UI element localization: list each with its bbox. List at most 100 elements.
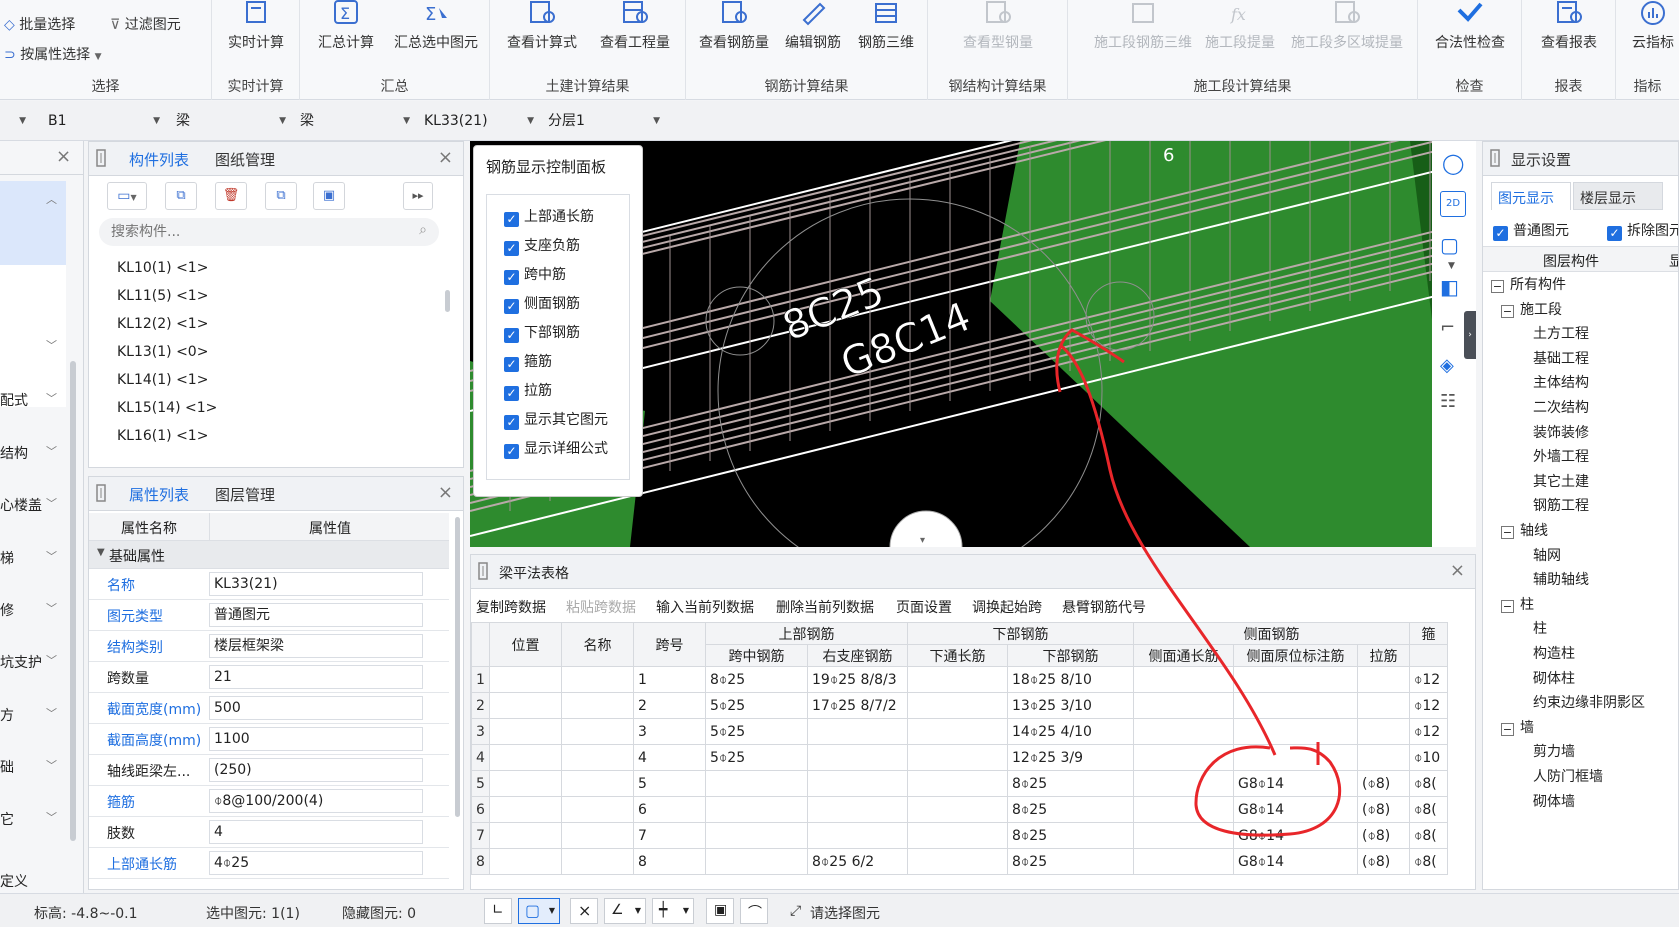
table-cell[interactable] xyxy=(489,848,562,875)
floor-dropdown[interactable]: B1 ▼ xyxy=(44,109,164,133)
option-stirrup[interactable]: ✓ 箍筋 xyxy=(504,351,552,372)
batch-select-button[interactable]: ◇ 批量选择 xyxy=(4,14,75,34)
property-value-field[interactable]: 普通图元 xyxy=(209,603,423,627)
table-cell[interactable] xyxy=(907,692,1008,719)
module-nav-item[interactable]: 修 ﹀ xyxy=(0,600,57,620)
checkbox-checked-icon[interactable]: ✓ xyxy=(504,241,519,256)
column-header-name[interactable]: 名称 xyxy=(561,622,634,667)
table-cell[interactable] xyxy=(807,770,908,797)
pin-icon[interactable] xyxy=(1489,149,1501,167)
rebar-3d-button[interactable]: 钢筋三维 xyxy=(850,0,922,52)
stage-quantity-button[interactable]: fx 施工段提量 xyxy=(1200,0,1280,52)
view-rebar-button[interactable]: 查看钢筋量 xyxy=(694,0,774,52)
cube-outline-icon[interactable]: ▢ xyxy=(1440,233,1466,257)
checkbox-checked-icon[interactable]: ✓ xyxy=(504,357,519,372)
table-cell[interactable]: G8⌽14 xyxy=(1233,796,1358,823)
realtime-calc-button[interactable]: 实时计算 xyxy=(220,0,292,52)
column-header-mid[interactable]: 跨中钢筋 xyxy=(705,644,808,667)
property-value-field[interactable]: 21 xyxy=(209,665,423,689)
column-header-bottom[interactable]: 下部钢筋 xyxy=(1007,644,1134,667)
tab-floor-display[interactable]: 楼层显示 xyxy=(1573,182,1663,210)
table-cell[interactable] xyxy=(1233,692,1358,719)
property-value-field[interactable]: KL33(21) xyxy=(209,572,423,596)
list-settings-icon[interactable]: ☷ xyxy=(1440,391,1466,417)
collapse-toggle-icon[interactable]: − xyxy=(1501,599,1514,613)
cantilever-code-button[interactable]: 悬臂钢筋代号 xyxy=(1062,597,1146,617)
table-cell[interactable] xyxy=(489,718,562,745)
collapse-toggle-icon[interactable]: − xyxy=(1501,304,1514,318)
table-cell[interactable]: 6 xyxy=(633,796,706,823)
table-cell[interactable] xyxy=(561,796,634,823)
new-component-button[interactable]: ▭▼ xyxy=(107,182,147,210)
check-demolished-elements[interactable]: ✓ 拆除图元 xyxy=(1607,220,1678,241)
property-row[interactable]: 跨数量 21 xyxy=(89,662,449,693)
table-cell[interactable]: 8 xyxy=(633,848,706,875)
table-cell[interactable]: ⌽12 xyxy=(1409,666,1448,693)
table-cell[interactable] xyxy=(561,822,634,849)
table-cell[interactable] xyxy=(1357,666,1410,693)
tab-drawing-management[interactable]: 图纸管理 xyxy=(215,149,275,170)
table-cell[interactable] xyxy=(907,744,1008,771)
property-row[interactable]: 轴线距梁左... (250) xyxy=(89,755,449,786)
table-cell[interactable]: (⌽8) xyxy=(1357,848,1410,875)
view-formula-button[interactable]: 查看计算式 xyxy=(498,0,586,52)
table-cell[interactable]: 18⌽25 8/10 xyxy=(1007,666,1134,693)
search-input[interactable] xyxy=(111,222,401,242)
close-icon[interactable]: × xyxy=(56,146,71,167)
dimension-button[interactable]: ▣ xyxy=(706,898,734,924)
property-row[interactable]: 肢数 4 xyxy=(89,817,449,848)
table-cell[interactable] xyxy=(1133,718,1234,745)
tree-item[interactable]: 土方工程 xyxy=(1533,323,1589,343)
property-value-field[interactable]: 500 xyxy=(209,696,423,720)
table-cell[interactable]: G8⌽14 xyxy=(1233,822,1358,849)
table-cell[interactable] xyxy=(561,692,634,719)
table-cell[interactable] xyxy=(1133,692,1234,719)
table-cell[interactable] xyxy=(705,822,808,849)
property-row[interactable]: 上部通长筋 4⌽25 xyxy=(89,848,449,879)
table-cell[interactable]: ⌽8( xyxy=(1409,848,1448,875)
table-cell[interactable]: G8⌽14 xyxy=(1233,770,1358,797)
tree-item[interactable]: 装饰装修 xyxy=(1533,422,1589,442)
table-cell[interactable]: 8⌽25 xyxy=(1007,796,1134,823)
copy-span-data-button[interactable]: 复制跨数据 xyxy=(476,597,546,617)
layer-view-icon[interactable]: ◈ xyxy=(1440,355,1466,381)
module-nav-item[interactable]: 础 ﹀ xyxy=(0,757,57,777)
view-2d-icon[interactable]: 2D xyxy=(1440,191,1466,217)
table-cell[interactable]: 2 xyxy=(633,692,706,719)
list-item[interactable]: KL14(1) <1> xyxy=(117,372,208,388)
element-type-dropdown[interactable]: 梁 ▼ xyxy=(172,109,290,133)
select-by-property-button[interactable]: ⊃ 按属性选择 ▼ xyxy=(4,44,102,64)
tree-item[interactable]: 构造柱 xyxy=(1533,643,1575,663)
column-header-position[interactable]: 位置 xyxy=(489,622,562,667)
table-cell[interactable] xyxy=(561,848,634,875)
table-cell[interactable]: 13⌽25 3/10 xyxy=(1007,692,1134,719)
option-show-formula[interactable]: ✓ 显示详细公式 xyxy=(504,438,608,459)
close-icon[interactable]: × xyxy=(1450,560,1465,581)
table-cell[interactable] xyxy=(1133,848,1234,875)
checkbox-checked-icon[interactable]: ✓ xyxy=(1607,226,1622,241)
property-value-field[interactable]: 楼层框架梁 xyxy=(209,634,423,658)
property-value-field[interactable]: (250) xyxy=(209,758,423,782)
view-quantity-button[interactable]: 查看工程量 xyxy=(590,0,680,52)
column-header-side-through[interactable]: 侧面通长筋 xyxy=(1133,644,1234,667)
table-cell[interactable] xyxy=(1133,796,1234,823)
tree-item[interactable]: − 墙 xyxy=(1501,717,1534,737)
input-column-data-button[interactable]: 输入当前列数据 xyxy=(656,597,754,617)
tree-item[interactable]: 剪力墙 xyxy=(1533,741,1575,761)
list-item[interactable]: KL15(14) <1> xyxy=(117,400,217,416)
chevron-down-icon[interactable]: ▼ xyxy=(1448,261,1455,271)
search-box[interactable]: ⌕ xyxy=(99,218,439,246)
table-cell[interactable]: 5⌽25 xyxy=(705,718,808,745)
tree-item[interactable]: 主体结构 xyxy=(1533,372,1589,392)
property-row[interactable]: 名称 KL33(21) xyxy=(89,569,449,600)
table-cell[interactable] xyxy=(489,744,562,771)
layer-dropdown[interactable]: 分层1 ▼ xyxy=(544,109,664,133)
option-show-other[interactable]: ✓ 显示其它图元 xyxy=(504,409,608,430)
table-cell[interactable] xyxy=(807,718,908,745)
checkbox-checked-icon[interactable]: ✓ xyxy=(504,328,519,343)
property-section-basic[interactable]: ▼ 基础属性 xyxy=(89,541,449,569)
tree-item[interactable]: − 所有构件 xyxy=(1491,274,1566,294)
tree-item[interactable]: 柱 xyxy=(1533,618,1547,638)
tree-item[interactable]: 基础工程 xyxy=(1533,348,1589,368)
collapse-toggle-icon[interactable]: − xyxy=(1501,526,1514,539)
